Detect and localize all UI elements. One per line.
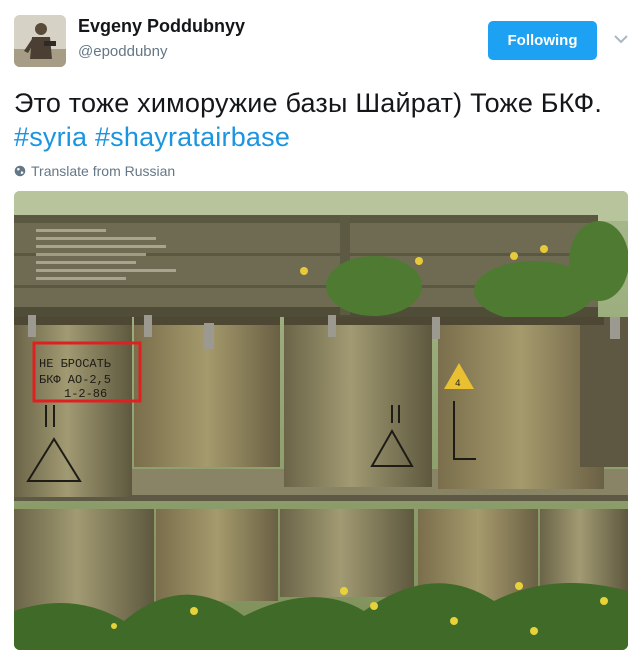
hashtag-shayratairbase[interactable]: #shayratairbase: [95, 122, 290, 152]
tweet-body: Это тоже химоружие базы Шайрат) Тоже БКФ…: [14, 88, 603, 118]
tweet-text: Это тоже химоружие базы Шайрат) Тоже БКФ…: [14, 86, 619, 154]
display-name[interactable]: Evgeny Poddubnyy: [78, 16, 245, 37]
stencil-line-3: 1-2-86: [64, 387, 107, 401]
hashtag-syria[interactable]: #syria: [14, 122, 87, 152]
avatar[interactable]: [14, 15, 66, 67]
tweet-header: Evgeny Poddubnyy @epoddubny Following: [0, 0, 640, 80]
globe-icon: [14, 165, 26, 177]
chevron-down-icon[interactable]: [612, 32, 630, 46]
stencil-line-2: БКФ АО-2,5: [39, 373, 111, 387]
following-button[interactable]: Following: [488, 21, 597, 60]
translate-link[interactable]: Translate from Russian: [14, 163, 175, 179]
tweet-photo[interactable]: НЕ БРОСАТЬ БКФ АО-2,5 1-2-86 4: [14, 191, 628, 650]
photo-image: НЕ БРОСАТЬ БКФ АО-2,5 1-2-86 4: [14, 191, 628, 650]
user-handle[interactable]: @epoddubny: [78, 43, 167, 60]
stencil-line-1: НЕ БРОСАТЬ: [39, 357, 111, 371]
svg-text:4: 4: [455, 379, 461, 389]
avatar-image: [14, 15, 66, 67]
translate-label: Translate from Russian: [31, 163, 176, 179]
